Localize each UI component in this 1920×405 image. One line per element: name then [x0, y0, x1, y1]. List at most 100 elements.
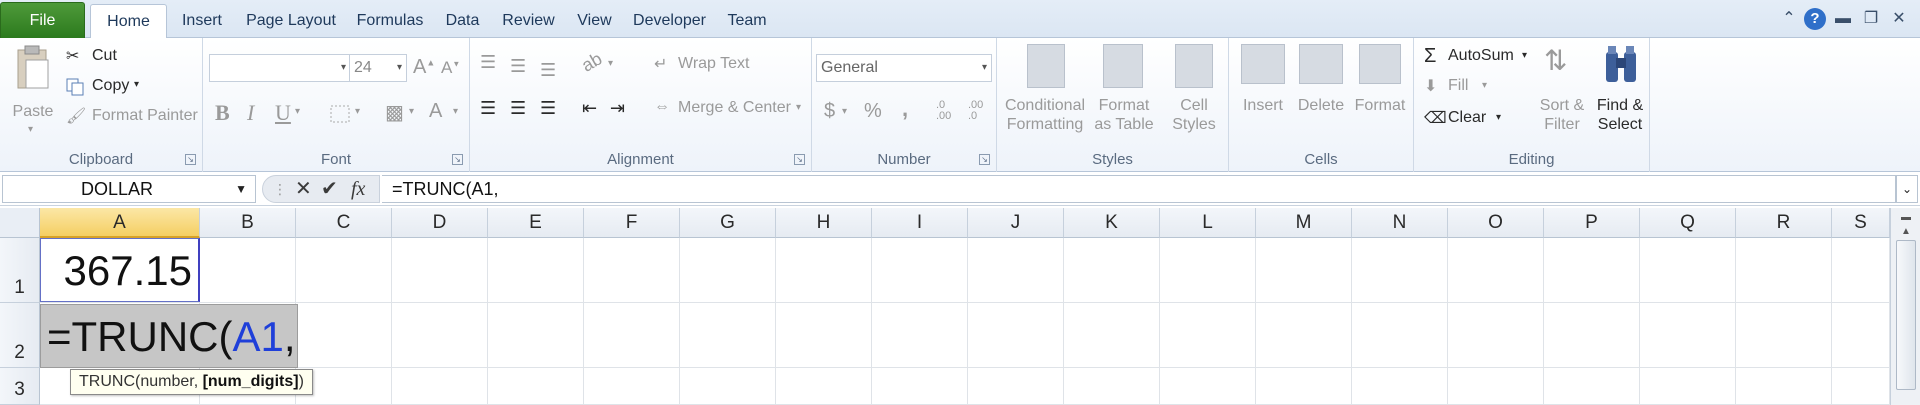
- cell-styles-button[interactable]: Cell Styles: [1163, 44, 1225, 144]
- number-launcher-icon[interactable]: ↘: [979, 154, 990, 165]
- clear-button[interactable]: ⌫ Clear ▾: [1424, 108, 1514, 132]
- column-header-c[interactable]: C: [296, 208, 392, 238]
- minimize-icon[interactable]: ▬: [1832, 8, 1854, 30]
- fill-button[interactable]: ⬇ Fill ▾: [1424, 76, 1504, 100]
- tab-file[interactable]: File: [0, 2, 85, 38]
- format-painter-button[interactable]: 🖌 Format Painter: [66, 106, 202, 128]
- font-color-button[interactable]: A: [429, 100, 442, 123]
- font-launcher-icon[interactable]: ↘: [452, 154, 463, 165]
- insert-cells-button[interactable]: Insert: [1235, 44, 1291, 144]
- chevron-down-icon[interactable]: ▾: [295, 106, 300, 117]
- chevron-down-icon[interactable]: ▾: [409, 106, 414, 117]
- find-select-button[interactable]: Find & Select: [1592, 44, 1648, 144]
- column-header-i[interactable]: I: [872, 208, 968, 238]
- select-all-button[interactable]: [0, 208, 40, 238]
- column-header-m[interactable]: M: [1256, 208, 1352, 238]
- column-header-o[interactable]: O: [1448, 208, 1544, 238]
- align-left-icon[interactable]: ☰: [480, 98, 496, 119]
- column-header-a[interactable]: A: [40, 208, 200, 238]
- chevron-down-icon[interactable]: ▾: [453, 106, 458, 117]
- number-format-select[interactable]: General ▾: [816, 54, 992, 82]
- restore-icon[interactable]: ❐: [1860, 8, 1882, 30]
- column-header-k[interactable]: K: [1064, 208, 1160, 238]
- tab-formulas[interactable]: Formulas: [345, 4, 435, 38]
- tab-data[interactable]: Data: [435, 4, 490, 38]
- name-box[interactable]: DOLLAR ▼: [2, 175, 256, 203]
- clipboard-launcher-icon[interactable]: ↘: [185, 154, 196, 165]
- help-icon[interactable]: ?: [1804, 8, 1826, 30]
- grow-font-icon[interactable]: A▲: [413, 56, 435, 79]
- row-header-1[interactable]: 1: [0, 238, 40, 303]
- column-header-q[interactable]: Q: [1640, 208, 1736, 238]
- align-bottom-icon[interactable]: ☰: [540, 60, 556, 81]
- column-header-g[interactable]: G: [680, 208, 776, 238]
- font-name-select[interactable]: ▾: [209, 54, 351, 82]
- column-header-f[interactable]: F: [584, 208, 680, 238]
- percent-button[interactable]: %: [864, 100, 882, 123]
- align-right-icon[interactable]: ☰: [540, 98, 556, 119]
- row-header-3[interactable]: 3: [0, 368, 40, 405]
- column-header-b[interactable]: B: [200, 208, 296, 238]
- scroll-up-icon[interactable]: ▲: [1897, 224, 1915, 240]
- tab-review[interactable]: Review: [490, 4, 567, 38]
- tab-developer[interactable]: Developer: [622, 4, 717, 38]
- conditional-formatting-button[interactable]: Conditional Formatting: [1003, 44, 1087, 144]
- decrease-indent-icon[interactable]: ⇤: [582, 98, 597, 119]
- formula-input[interactable]: =TRUNC(A1,: [382, 175, 1896, 203]
- format-as-table-button[interactable]: Format as Table: [1089, 44, 1159, 144]
- column-header-l[interactable]: L: [1160, 208, 1256, 238]
- increase-indent-icon[interactable]: ⇥: [610, 98, 625, 119]
- borders-icon[interactable]: [329, 104, 351, 124]
- paste-button[interactable]: Paste ▾: [8, 44, 58, 144]
- underline-button[interactable]: U: [275, 100, 291, 126]
- expand-formula-bar-icon[interactable]: ⌄: [1896, 175, 1918, 203]
- scroll-thumb[interactable]: [1896, 240, 1916, 390]
- chevron-down-icon[interactable]: ▾: [355, 106, 360, 117]
- chevron-down-icon[interactable]: ▾: [608, 58, 613, 69]
- close-icon[interactable]: ✕: [1888, 8, 1910, 30]
- tab-insert[interactable]: Insert: [167, 4, 237, 38]
- fill-color-icon[interactable]: ▩: [385, 100, 404, 125]
- autosum-button[interactable]: Σ AutoSum ▾: [1424, 45, 1534, 70]
- bold-button[interactable]: B: [215, 100, 230, 126]
- tab-home[interactable]: Home: [90, 4, 167, 39]
- cell-a2-editing[interactable]: =TRUNC(A1,: [40, 304, 298, 368]
- column-header-s[interactable]: S: [1832, 208, 1890, 238]
- shrink-font-icon[interactable]: A▼: [441, 58, 460, 78]
- tooltip-current-arg[interactable]: [num_digits]: [203, 373, 299, 390]
- align-center-icon[interactable]: ☰: [510, 98, 526, 119]
- up-icon[interactable]: ⌃: [1778, 8, 1800, 30]
- chevron-down-icon[interactable]: ▾: [842, 106, 847, 117]
- alignment-launcher-icon[interactable]: ↘: [794, 154, 805, 165]
- column-header-p[interactable]: P: [1544, 208, 1640, 238]
- cut-button[interactable]: ✂ Cut: [66, 46, 176, 68]
- format-cells-button[interactable]: Format: [1351, 44, 1409, 144]
- column-header-d[interactable]: D: [392, 208, 488, 238]
- italic-button[interactable]: I: [247, 100, 254, 126]
- tab-page-layout[interactable]: Page Layout: [237, 4, 345, 38]
- column-header-j[interactable]: J: [968, 208, 1064, 238]
- column-header-n[interactable]: N: [1352, 208, 1448, 238]
- enter-icon[interactable]: ✔: [321, 178, 338, 200]
- orientation-icon[interactable]: ab: [578, 48, 606, 76]
- copy-button[interactable]: Copy ▾: [66, 76, 176, 98]
- cancel-icon[interactable]: ✕: [295, 178, 312, 200]
- cell-a1[interactable]: 367.15: [40, 238, 200, 302]
- delete-cells-button[interactable]: Delete: [1293, 44, 1349, 144]
- column-header-r[interactable]: R: [1736, 208, 1832, 238]
- insert-function-icon[interactable]: fx: [351, 178, 365, 200]
- vertical-scrollbar[interactable]: ▬ ▲: [1890, 208, 1920, 405]
- font-size-select[interactable]: 24 ▾: [349, 54, 407, 82]
- wrap-text-button[interactable]: ↵ Wrap Text: [654, 54, 804, 78]
- sort-filter-button[interactable]: ⇅ Sort & Filter: [1534, 44, 1590, 144]
- align-middle-icon[interactable]: ☰: [510, 56, 526, 77]
- align-top-icon[interactable]: ☰: [480, 52, 496, 73]
- function-tooltip[interactable]: TRUNC(number, [num_digits]): [70, 369, 313, 395]
- tab-team[interactable]: Team: [717, 4, 777, 38]
- merge-center-button[interactable]: ⇔ Merge & Center ▾: [654, 98, 810, 122]
- tab-view[interactable]: View: [567, 4, 622, 38]
- decrease-decimal-button[interactable]: .00 .0: [968, 100, 994, 122]
- row-header-2[interactable]: 2: [0, 303, 40, 368]
- column-header-e[interactable]: E: [488, 208, 584, 238]
- column-header-h[interactable]: H: [776, 208, 872, 238]
